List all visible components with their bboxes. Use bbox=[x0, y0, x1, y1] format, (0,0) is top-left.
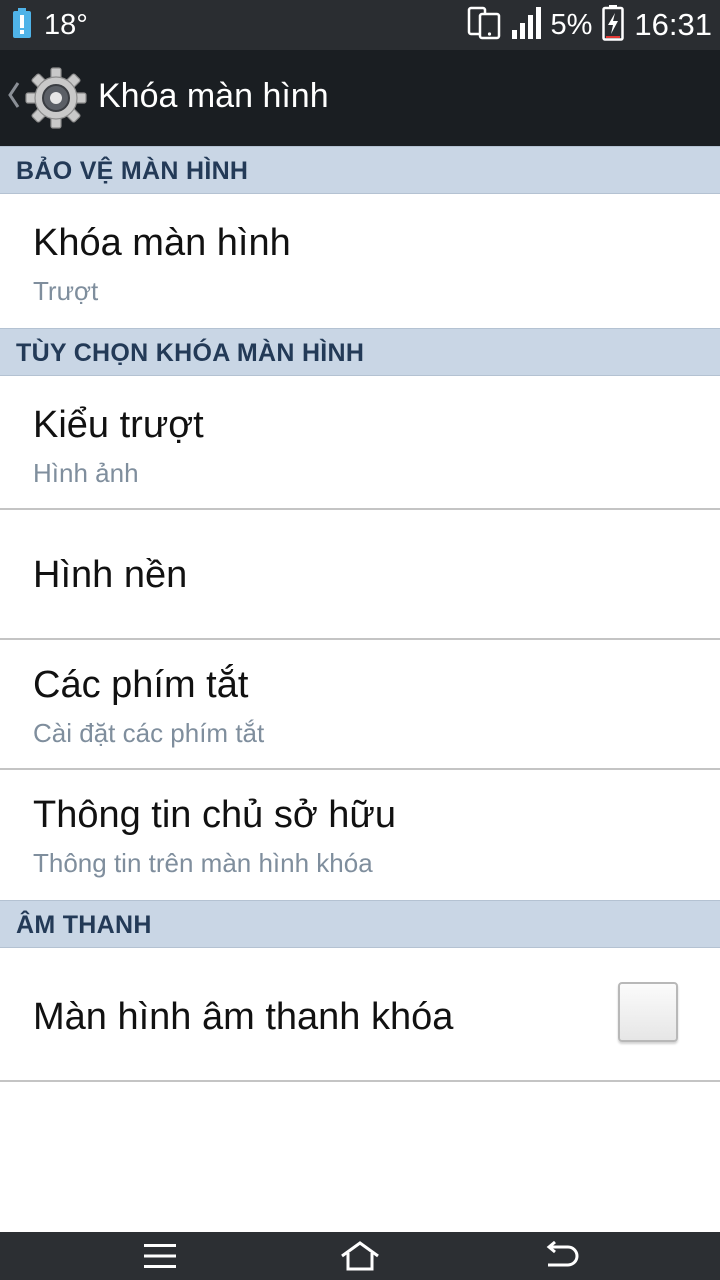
status-bar-right: 5% 16:31 bbox=[467, 4, 712, 46]
section-header-label: BẢO VỆ MÀN HÌNH bbox=[16, 157, 249, 185]
menu-icon[interactable] bbox=[100, 1232, 220, 1280]
clock: 16:31 bbox=[634, 7, 712, 42]
signal-icon bbox=[511, 6, 541, 45]
section-header-lock-options: TÙY CHỌN KHÓA MÀN HÌNH bbox=[0, 328, 720, 376]
item-title: Màn hình âm thanh khóa bbox=[33, 996, 454, 1038]
section-header-label: ÂM THANH bbox=[16, 911, 152, 939]
item-subtitle: Trượt bbox=[33, 276, 99, 306]
battery-alert-icon bbox=[12, 7, 32, 43]
section-header-label: TÙY CHỌN KHÓA MÀN HÌNH bbox=[16, 339, 365, 367]
section-header-screen-protection: BẢO VỆ MÀN HÌNH bbox=[0, 146, 720, 194]
list-item-screen-lock[interactable]: Khóa màn hình Trượt bbox=[0, 194, 720, 328]
battery-percent: 5% bbox=[550, 8, 593, 41]
dual-screen-icon bbox=[467, 6, 501, 45]
list-item-swipe-effect[interactable]: Kiểu trượt Hình ảnh bbox=[0, 376, 720, 510]
page-title: Khóa màn hình bbox=[98, 77, 329, 115]
item-title: Thông tin chủ sở hữu bbox=[33, 794, 397, 836]
action-bar: Khóa màn hình bbox=[0, 50, 720, 146]
temperature: 18° bbox=[44, 8, 88, 41]
item-subtitle: Thông tin trên màn hình khóa bbox=[33, 848, 373, 878]
section-header-sound: ÂM THANH bbox=[0, 900, 720, 948]
home-icon[interactable] bbox=[300, 1232, 420, 1280]
lock-sound-checkbox[interactable] bbox=[618, 982, 678, 1042]
battery-charging-icon bbox=[602, 4, 625, 46]
navigation-bar bbox=[0, 1232, 720, 1280]
status-bar-left: 18° bbox=[12, 7, 88, 43]
settings-gear-icon[interactable] bbox=[24, 66, 88, 135]
item-title: Các phím tắt bbox=[33, 664, 249, 706]
list-item-shortcuts[interactable]: Các phím tắt Cài đặt các phím tắt bbox=[0, 640, 720, 770]
back-icon[interactable] bbox=[500, 1232, 620, 1280]
status-bar: 18° 5% 16:31 bbox=[0, 0, 720, 50]
list-item-lock-screen-sound[interactable]: Màn hình âm thanh khóa bbox=[0, 948, 720, 1082]
item-title: Kiểu trượt bbox=[33, 404, 204, 446]
back-chevron-icon[interactable] bbox=[6, 80, 20, 115]
item-subtitle: Cài đặt các phím tắt bbox=[33, 718, 265, 748]
item-subtitle: Hình ảnh bbox=[33, 458, 139, 488]
list-item-wallpaper[interactable]: Hình nền bbox=[0, 510, 720, 640]
item-title: Hình nền bbox=[33, 554, 188, 596]
list-item-owner-info[interactable]: Thông tin chủ sở hữu Thông tin trên màn … bbox=[0, 770, 720, 900]
item-title: Khóa màn hình bbox=[33, 222, 291, 264]
